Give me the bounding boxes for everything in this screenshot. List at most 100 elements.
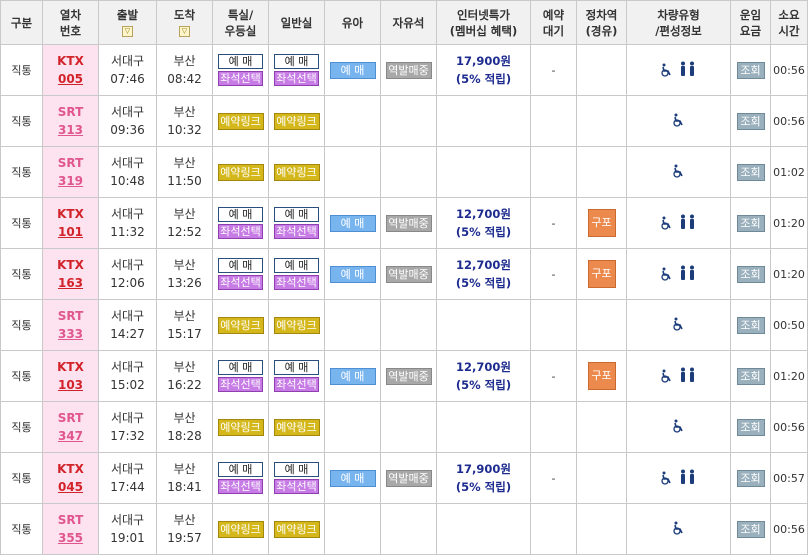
train-cell[interactable]: KTX 163 [42, 248, 99, 300]
special-seat-select-button[interactable]: 좌석선택 [218, 224, 263, 239]
train-number-link[interactable]: 101 [43, 223, 98, 241]
infant-book-button[interactable]: 예 매 [329, 265, 376, 283]
train-number-link[interactable]: 005 [43, 70, 98, 88]
train-number-link[interactable]: 045 [43, 478, 98, 496]
vehicle-icons[interactable] [672, 164, 686, 178]
train-number-link[interactable]: 347 [43, 427, 98, 445]
vehicle-icons[interactable] [660, 61, 697, 77]
special-reserve-link-button[interactable]: 예약링크 [217, 316, 264, 334]
special-reserve-link-button[interactable]: 예약링크 [217, 418, 264, 436]
general-seat-select-button[interactable]: 좌석선택 [274, 275, 319, 290]
vehicle-icons[interactable] [672, 317, 686, 331]
fare-view-button[interactable]: 조회 [736, 61, 765, 79]
standing-ticket-button[interactable]: 역발매중 [385, 265, 432, 283]
train-cell[interactable]: SRT 355 [42, 503, 99, 555]
internet-fare: 12,700원 [456, 360, 511, 374]
infant-book-button[interactable]: 예 매 [329, 367, 376, 385]
train-number-link[interactable]: 355 [43, 529, 98, 547]
standing-ticket-button[interactable]: 역발매중 [385, 469, 432, 487]
general-reserve-link-button[interactable]: 예약링크 [273, 418, 320, 436]
general-seat-select-button[interactable]: 좌석선택 [274, 71, 319, 86]
special-seat-select-button[interactable]: 좌석선택 [218, 71, 263, 86]
special-book-button[interactable]: 예 매 [218, 360, 263, 375]
fare-view-button[interactable]: 조회 [736, 214, 765, 232]
standing-ticket-button[interactable]: 역발매중 [385, 367, 432, 385]
train-number-link[interactable]: 103 [43, 376, 98, 394]
header-departure[interactable]: 출발 ▽ [98, 0, 157, 45]
train-number-link[interactable]: 319 [43, 172, 98, 190]
train-cell[interactable]: KTX 103 [42, 350, 99, 402]
special-book-button[interactable]: 예 매 [218, 207, 263, 222]
special-class-cell: 예 매좌석선택 [212, 350, 269, 402]
standing-ticket-button[interactable]: 역발매중 [385, 61, 432, 79]
general-reserve-link-button[interactable]: 예약링크 [273, 316, 320, 334]
general-seat-select-button[interactable]: 좌석선택 [274, 377, 319, 392]
vehicle-icons[interactable] [660, 469, 697, 485]
special-seat-select-button[interactable]: 좌석선택 [218, 479, 263, 494]
general-book-button[interactable]: 예 매 [274, 207, 319, 222]
train-cell[interactable]: SRT 333 [42, 299, 99, 351]
row-type: 직통 [0, 503, 43, 555]
vehicle-icons[interactable] [672, 521, 686, 535]
special-seat-select-button[interactable]: 좌석선택 [218, 377, 263, 392]
special-class-cell: 예약링크 [212, 401, 269, 453]
infant-book-button[interactable]: 예 매 [329, 214, 376, 232]
general-seat-select-button[interactable]: 좌석선택 [274, 479, 319, 494]
sort-icon[interactable]: ▽ [179, 25, 190, 37]
infant-cell: 예 매 [324, 350, 381, 402]
train-cell[interactable]: KTX 005 [42, 44, 99, 96]
train-cell[interactable]: SRT 313 [42, 95, 99, 147]
general-book-button[interactable]: 예 매 [274, 462, 319, 477]
infant-book-button[interactable]: 예 매 [329, 61, 376, 79]
vehicle-icons[interactable] [660, 367, 697, 383]
train-cell[interactable]: KTX 045 [42, 452, 99, 504]
vehicle-icons[interactable] [660, 214, 697, 230]
special-book-button[interactable]: 예 매 [218, 258, 263, 273]
train-number-link[interactable]: 313 [43, 121, 98, 139]
arrival-cell: 부산 10:32 [156, 95, 213, 147]
train-cell[interactable]: SRT 347 [42, 401, 99, 453]
transfer-station-button[interactable]: 구포 [587, 260, 616, 288]
train-number-link[interactable]: 163 [43, 274, 98, 292]
infant-cell [324, 503, 381, 555]
standing-ticket-button[interactable]: 역발매중 [385, 214, 432, 232]
general-book-button[interactable]: 예 매 [274, 258, 319, 273]
special-book-button[interactable]: 예 매 [218, 54, 263, 69]
fare-view-button[interactable]: 조회 [736, 418, 765, 436]
sort-icon[interactable]: ▽ [122, 25, 133, 37]
infant-book-button[interactable]: 예 매 [329, 469, 376, 487]
fare-view-button[interactable]: 조회 [736, 367, 765, 385]
general-seat-select-button[interactable]: 좌석선택 [274, 224, 319, 239]
train-cell[interactable]: SRT 319 [42, 146, 99, 198]
family-icon [679, 367, 697, 383]
reserve-wait-cell [530, 146, 577, 198]
vehicle-icons[interactable] [672, 419, 686, 433]
vehicle-cell [626, 401, 731, 453]
special-seat-select-button[interactable]: 좌석선택 [218, 275, 263, 290]
header-arrival[interactable]: 도착 ▽ [156, 0, 213, 45]
special-reserve-link-button[interactable]: 예약링크 [217, 163, 264, 181]
fare-view-button[interactable]: 조회 [736, 316, 765, 334]
general-reserve-link-button[interactable]: 예약링크 [273, 163, 320, 181]
fare-view-button[interactable]: 조회 [736, 163, 765, 181]
train-number-link[interactable]: 333 [43, 325, 98, 343]
transfer-station-button[interactable]: 구포 [587, 209, 616, 237]
general-book-button[interactable]: 예 매 [274, 360, 319, 375]
train-cell[interactable]: KTX 101 [42, 197, 99, 249]
fare-view-button[interactable]: 조회 [736, 469, 765, 487]
special-reserve-link-button[interactable]: 예약링크 [217, 112, 264, 130]
general-reserve-link-button[interactable]: 예약링크 [273, 112, 320, 130]
general-reserve-link-button[interactable]: 예약링크 [273, 520, 320, 538]
vehicle-icons[interactable] [660, 265, 697, 281]
special-reserve-link-button[interactable]: 예약링크 [217, 520, 264, 538]
general-book-button[interactable]: 예 매 [274, 54, 319, 69]
departure-time: 14:27 [110, 327, 145, 341]
special-book-button[interactable]: 예 매 [218, 462, 263, 477]
infant-cell [324, 299, 381, 351]
fare-view-button[interactable]: 조회 [736, 520, 765, 538]
fare-view-button[interactable]: 조회 [736, 112, 765, 130]
general-class-cell: 예 매좌석선택 [268, 452, 325, 504]
vehicle-icons[interactable] [672, 113, 686, 127]
fare-view-button[interactable]: 조회 [736, 265, 765, 283]
transfer-station-button[interactable]: 구포 [587, 362, 616, 390]
